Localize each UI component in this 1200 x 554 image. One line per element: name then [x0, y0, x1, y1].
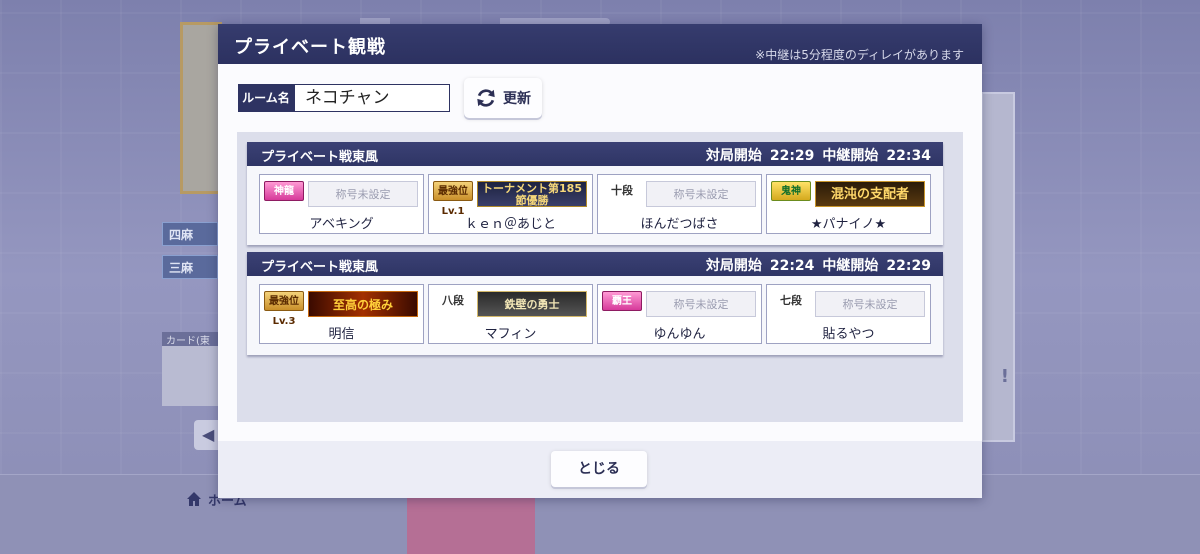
- relay-time: 22:34: [886, 148, 931, 164]
- refresh-label: 更新: [503, 91, 531, 107]
- player-name: ★パナイノ★: [810, 217, 887, 232]
- background-avatar-frame: [180, 22, 222, 194]
- start-time: 22:24: [769, 258, 815, 274]
- player-name: ｋｅｎ＠あじと: [464, 217, 556, 232]
- dialog-title: プライベート観戦: [234, 37, 386, 58]
- player-name: 明信: [328, 327, 355, 342]
- refresh-button[interactable]: 更新: [464, 78, 542, 118]
- player-title: 称号未設定: [308, 181, 418, 207]
- player-title: 称号未設定: [646, 291, 756, 317]
- rank-badge: 最強位Lv.3: [264, 291, 304, 327]
- rank-badge: 十段: [611, 184, 633, 197]
- delay-note: ※中継は5分程度のディレイがあります: [755, 48, 964, 62]
- match-card[interactable]: プライベート戦東風 対局開始 22:24 中継開始 22:29 最強位Lv.3 至高の…: [247, 252, 943, 355]
- home-icon: [186, 491, 202, 507]
- player-title: 称号未設定: [646, 181, 756, 207]
- match-list: プライベート戦東風 対局開始 22:29 中継開始 22:34 神龍 称号未設定 アベ…: [237, 132, 963, 422]
- player-slot: 神龍 称号未設定 アベキング: [259, 174, 424, 234]
- room-name-input[interactable]: ネコチャン: [294, 84, 450, 112]
- player-name: 貼るやつ: [822, 327, 875, 342]
- player-name: アベキング: [309, 217, 374, 232]
- rank-badge: 鬼神: [771, 181, 811, 201]
- background-card-label: カード(東: [162, 332, 218, 347]
- refresh-icon: [477, 89, 495, 107]
- player-slot: 鬼神 混沌の支配者 ★パナイノ★: [766, 174, 931, 234]
- player-slot: 七段 称号未設定 貼るやつ: [766, 284, 931, 344]
- rank-badge: 最強位Lv.1: [433, 181, 473, 217]
- relay-time: 22:29: [886, 258, 931, 274]
- background-right-panel: !: [981, 92, 1015, 442]
- rank-badge: 神龍: [264, 181, 304, 201]
- player-title: トーナメント第185節優勝: [477, 181, 587, 207]
- room-name-label: ルーム名: [238, 84, 294, 112]
- match-times: 対局開始 22:24 中継開始 22:29: [698, 255, 931, 275]
- private-spectate-dialog: プライベート観戦 ※中継は5分程度のディレイがあります ルーム名 ネコチャン 更…: [218, 24, 982, 498]
- player-slot: 八段 鉄壁の勇士 マフィン: [428, 284, 593, 344]
- player-title: 混沌の支配者: [815, 181, 925, 207]
- match-card[interactable]: プライベート戦東風 対局開始 22:29 中継開始 22:34 神龍 称号未設定 アベ…: [247, 142, 943, 245]
- player-name: ほんだつばさ: [640, 217, 719, 232]
- player-title: 至高の極み: [308, 291, 418, 317]
- rank-badge: 七段: [780, 294, 802, 307]
- player-slot: 最強位Lv.3 至高の極み 明信: [259, 284, 424, 344]
- rank-badge: 覇王: [602, 291, 642, 311]
- match-header: プライベート戦東風 対局開始 22:29 中継開始 22:34: [247, 142, 943, 166]
- background-card: [162, 346, 218, 406]
- rank-badge: 八段: [442, 294, 464, 307]
- player-slot: 最強位Lv.1 トーナメント第185節優勝 ｋｅｎ＠あじと: [428, 174, 593, 234]
- player-slot: 十段 称号未設定 ほんだつばさ: [597, 174, 762, 234]
- background-tag-4p: 四麻: [162, 222, 218, 246]
- start-label: 対局開始: [705, 148, 762, 164]
- relay-label: 中継開始: [822, 148, 879, 164]
- match-name: プライベート戦東風: [261, 150, 379, 165]
- relay-label: 中継開始: [822, 258, 879, 274]
- player-title: 鉄壁の勇士: [477, 291, 587, 317]
- player-name: マフィン: [484, 327, 537, 342]
- match-times: 対局開始 22:29 中継開始 22:34: [698, 145, 931, 165]
- player-slot: 覇王 称号未設定 ゆんゆん: [597, 284, 762, 344]
- match-header: プライベート戦東風 対局開始 22:24 中継開始 22:29: [247, 252, 943, 276]
- start-label: 対局開始: [705, 258, 762, 274]
- match-name: プライベート戦東風: [261, 260, 379, 275]
- dialog-header: プライベート観戦 ※中継は5分程度のディレイがあります: [218, 24, 982, 64]
- player-title: 称号未設定: [815, 291, 925, 317]
- close-button[interactable]: とじる: [551, 451, 647, 487]
- start-time: 22:29: [769, 148, 815, 164]
- background-tag-3p: 三麻: [162, 255, 218, 279]
- player-name: ゆんゆん: [653, 327, 706, 342]
